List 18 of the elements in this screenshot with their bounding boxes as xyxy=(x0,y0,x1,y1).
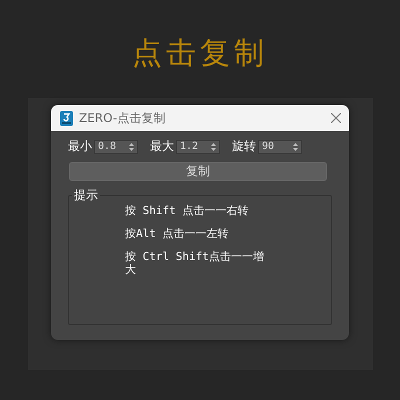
hint-text: 按 Ctrl Shift点击一一增大 xyxy=(125,250,265,276)
number-spinner[interactable]: 1.2 xyxy=(176,140,220,154)
app-logo-icon xyxy=(60,110,73,126)
page-heading: 点击复制 xyxy=(132,35,268,73)
spinner-arrows-icon[interactable] xyxy=(211,142,216,150)
hint-text: 按 Shift 点击一一右转 xyxy=(125,204,250,217)
window-title: ZERO-点击复制 xyxy=(79,110,166,126)
spinner-arrows-icon[interactable] xyxy=(129,142,134,150)
number-spinner[interactable]: 90 xyxy=(258,140,302,154)
close-icon[interactable] xyxy=(331,113,341,123)
spinner-label: 最小 xyxy=(68,138,92,155)
group-title: 提示 xyxy=(72,187,100,204)
copy-button[interactable]: 复制 xyxy=(69,162,327,181)
spinner-arrows-icon[interactable] xyxy=(293,142,298,150)
hint-text: 按Alt 点击一一左转 xyxy=(125,227,230,240)
number-spinner[interactable]: 0.8 xyxy=(94,140,138,154)
spinner-label: 最大 xyxy=(150,138,174,155)
spinner-label: 旋转 xyxy=(232,138,256,155)
